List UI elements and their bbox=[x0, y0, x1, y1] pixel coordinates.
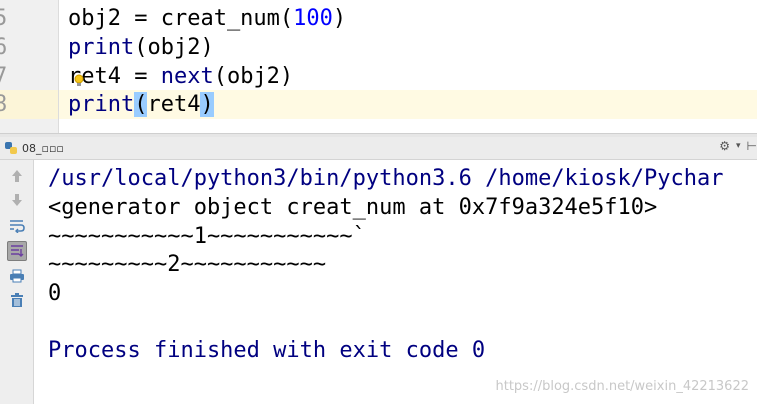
line-number: 8 bbox=[0, 92, 8, 117]
code-line[interactable]: obj2 = creat_num(100) bbox=[68, 4, 346, 33]
trash-icon bbox=[11, 292, 23, 307]
run-tab-label: 08_▫▫▫ bbox=[22, 141, 64, 155]
builtin-keyword: next bbox=[160, 64, 214, 89]
code-text: (obj2) bbox=[213, 64, 294, 89]
console-line: <generator object creat_num at 0x7f9a324… bbox=[48, 195, 658, 220]
run-console[interactable]: /usr/local/python3/bin/python3.6 /home/k… bbox=[34, 160, 757, 404]
console-line-exit-status: Process finished with exit code 0 bbox=[48, 338, 486, 363]
soft-wrap-button[interactable] bbox=[7, 216, 27, 236]
console-line: ~~~~~~~~~2~~~~~~~~~~~ bbox=[48, 252, 327, 277]
printer-icon bbox=[10, 269, 24, 283]
console-line: ~~~~~~~~~~~1~~~~~~~~~~~` bbox=[48, 224, 366, 249]
number-literal: 100 bbox=[293, 6, 333, 31]
python-icon bbox=[5, 142, 17, 154]
watermark-text: https://blog.csdn.net/weixin_42213622 bbox=[495, 379, 749, 394]
code-text: obj2 = creat_num( bbox=[68, 6, 294, 31]
console-line: 0 bbox=[48, 281, 62, 306]
line-number: 6 bbox=[0, 35, 8, 60]
soft-wrap-icon bbox=[10, 220, 25, 233]
run-panel-tools: ⚙ ▾ ⊢ bbox=[719, 139, 757, 153]
scroll-to-end-icon bbox=[11, 245, 24, 257]
lightbulb-icon[interactable] bbox=[74, 74, 84, 88]
print-button[interactable] bbox=[7, 266, 27, 286]
code-text: ) bbox=[332, 6, 347, 31]
code-text: ret4 bbox=[147, 92, 201, 117]
matched-paren: ( bbox=[134, 92, 148, 117]
scroll-up-button[interactable] bbox=[7, 166, 27, 186]
builtin-keyword: print bbox=[68, 92, 135, 117]
matched-paren: ) bbox=[200, 92, 214, 117]
gear-icon[interactable]: ⚙ bbox=[719, 139, 730, 153]
console-toolbar bbox=[0, 160, 34, 404]
chevron-down-icon[interactable]: ▾ bbox=[736, 141, 741, 151]
line-number: 5 bbox=[0, 6, 8, 31]
scroll-to-end-button[interactable] bbox=[7, 241, 27, 261]
code-text: (obj2) bbox=[134, 35, 214, 60]
run-panel-header: 08_▫▫▫ ⚙ ▾ ⊢ bbox=[0, 137, 757, 160]
code-line[interactable]: print(obj2) bbox=[68, 33, 214, 62]
clear-all-button[interactable] bbox=[7, 290, 27, 310]
line-number: 7 bbox=[0, 64, 8, 89]
code-editor[interactable]: 5 6 7 8 obj2 = creat_num(100) print(obj2… bbox=[0, 0, 757, 133]
console-line-command: /usr/local/python3/bin/python3.6 /home/k… bbox=[48, 166, 724, 191]
current-line-gutter-highlight bbox=[0, 90, 58, 119]
run-tab[interactable]: 08_▫▫▫ bbox=[4, 139, 64, 157]
code-line-current[interactable]: print(ret4) bbox=[68, 90, 214, 119]
code-line[interactable]: ret4 = next(obj2) bbox=[68, 62, 293, 91]
arrow-up-icon bbox=[12, 170, 22, 182]
arrow-down-icon bbox=[12, 194, 22, 206]
scroll-down-button[interactable] bbox=[7, 190, 27, 210]
builtin-keyword: print bbox=[68, 35, 135, 60]
hide-panel-icon[interactable]: ⊢ bbox=[747, 139, 757, 153]
